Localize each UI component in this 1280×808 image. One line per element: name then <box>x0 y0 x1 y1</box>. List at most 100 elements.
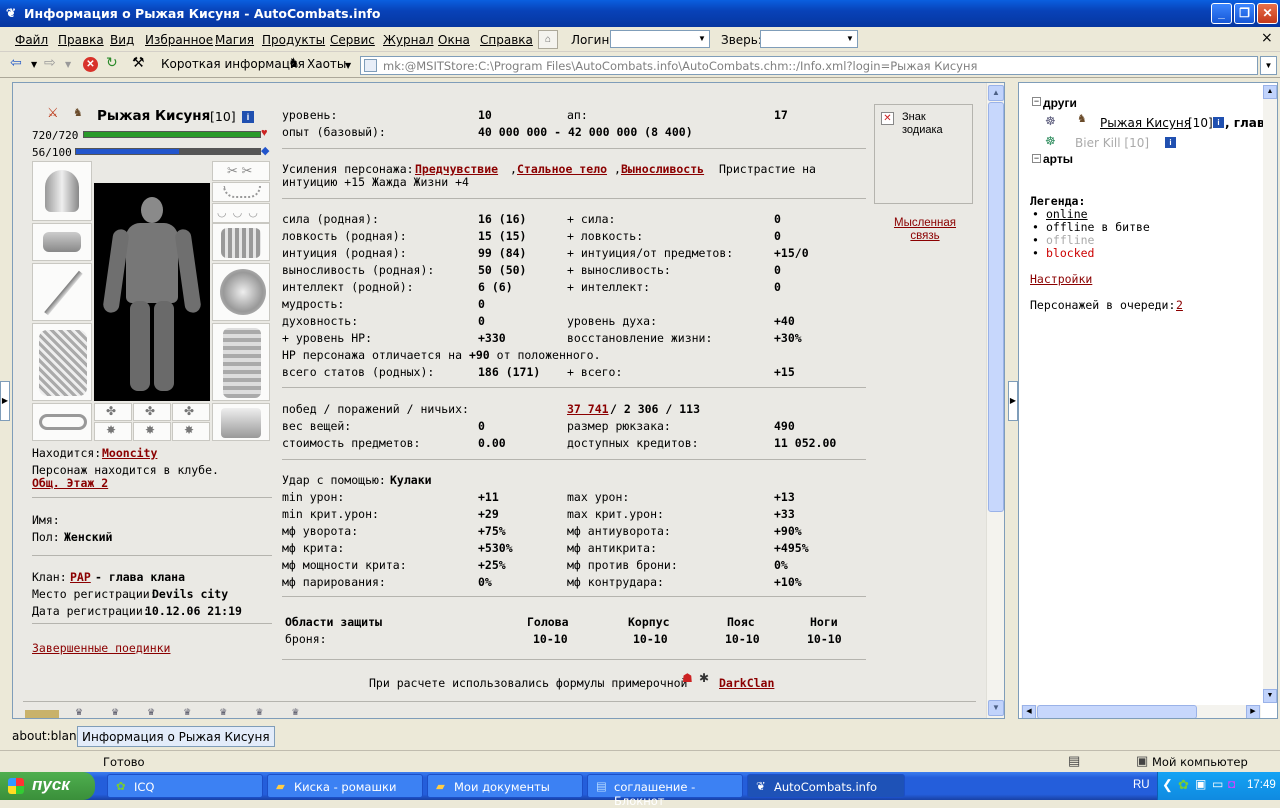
rune-slot[interactable]: ✸ <box>94 422 132 441</box>
refresh-icon[interactable]: ↻ <box>106 55 118 71</box>
task-autocombats[interactable]: ❦ AutoCombats.info <box>747 774 905 798</box>
beast-select[interactable]: ▼ <box>760 30 858 48</box>
location-link[interactable]: Mooncity <box>102 446 157 460</box>
menu-favorites[interactable]: Избранное <box>145 33 213 47</box>
app-icon: ❦ <box>756 779 766 793</box>
amulet-slot[interactable] <box>212 182 270 202</box>
stop-icon[interactable]: ✕ <box>83 57 98 72</box>
scroll-up-button[interactable]: ▲ <box>988 85 1004 101</box>
maximize-button[interactable]: ❐ <box>1234 3 1255 24</box>
media-tray-icon[interactable]: ◘ <box>1228 777 1235 791</box>
boots-slot[interactable] <box>212 403 270 441</box>
chevron-down-icon[interactable]: ▼ <box>31 60 37 69</box>
menu-view[interactable]: Вид <box>110 33 134 47</box>
task-icq[interactable]: ✿ ICQ <box>107 774 263 798</box>
pants-slot[interactable] <box>212 323 270 401</box>
wins-link[interactable]: 37 741 <box>567 402 609 416</box>
home-icon[interactable]: ⌂ <box>538 30 558 49</box>
collapse-icon[interactable]: − <box>1032 154 1041 163</box>
rune-slot[interactable]: ✤ <box>172 403 210 421</box>
boost-link[interactable]: Выносливость <box>621 162 704 176</box>
chaos-button[interactable]: Хаоты <box>307 57 346 71</box>
menu-service[interactable]: Сервис <box>330 33 375 47</box>
info-icon[interactable]: i <box>1165 137 1176 148</box>
task-notepad[interactable]: ▤ соглашение - Блокнот <box>587 774 743 808</box>
belt-slot[interactable] <box>32 403 92 441</box>
scroll-down-button[interactable]: ▼ <box>988 700 1004 716</box>
display-tray-icon[interactable]: ▭ <box>1212 777 1223 791</box>
login-select[interactable]: ▼ <box>610 30 710 48</box>
tray-arrow-icon[interactable]: ❮ <box>1162 777 1173 793</box>
start-button[interactable]: пуск <box>0 772 95 800</box>
clan-link[interactable]: PAP <box>70 570 91 584</box>
gloves-slot[interactable] <box>212 223 270 261</box>
menu-file[interactable]: Файл <box>15 33 48 47</box>
address-bar[interactable]: mk:@MSITStore:C:\Program Files\AutoComba… <box>360 56 1258 75</box>
language-indicator[interactable]: RU <box>1133 779 1150 791</box>
tab-about-blank[interactable]: about:blank <box>8 726 88 747</box>
icq-tray-icon[interactable]: ✿ <box>1178 777 1189 793</box>
rune-slot[interactable]: ✤ <box>133 403 171 421</box>
task-documents[interactable]: ▰ Мои документы <box>427 774 583 798</box>
menu-edit[interactable]: Правка <box>58 33 104 47</box>
weapon-slot[interactable] <box>32 263 92 321</box>
menu-windows[interactable]: Окна <box>438 33 470 47</box>
forward-icon[interactable]: ⇨ <box>44 55 56 71</box>
friend-link[interactable]: Рыжая Кисуня <box>1100 116 1191 130</box>
rune-slot[interactable]: ✸ <box>133 422 171 441</box>
rune-slot[interactable]: ✸ <box>172 422 210 441</box>
scroll-left-button[interactable]: ◀ <box>1022 705 1036 718</box>
darkclan-link[interactable]: DarkClan <box>719 676 774 690</box>
right-splitter[interactable]: ▶ <box>1008 381 1018 421</box>
clock[interactable]: 17:49 <box>1247 779 1276 791</box>
arts-folder[interactable]: арты <box>1043 152 1073 166</box>
network-tray-icon[interactable]: ▣ <box>1195 777 1206 791</box>
collapse-icon[interactable]: − <box>1032 97 1041 106</box>
horizontal-scrollbar[interactable]: ◀ ▶ <box>1021 705 1261 718</box>
close-button[interactable]: ✕ <box>1257 3 1278 24</box>
minimize-button[interactable]: _ <box>1211 3 1232 24</box>
menu-help[interactable]: Справка <box>480 33 533 47</box>
telepathy-link[interactable]: Мысленная связь <box>891 217 959 243</box>
boost-link[interactable]: Предчувствие <box>415 162 498 176</box>
back-icon[interactable]: ⇦ <box>10 55 22 71</box>
chevron-down-icon[interactable]: ▼ <box>345 61 351 70</box>
rings-slot[interactable]: ◡◡◡ <box>212 203 270 223</box>
tab-character-info[interactable]: Информация о Рыжая Кисуня <box>77 726 275 747</box>
vertical-scrollbar[interactable]: ▲ ▼ <box>1263 85 1277 703</box>
scroll-thumb[interactable] <box>988 102 1004 512</box>
tools-icon[interactable]: ⚒ <box>132 55 145 71</box>
boost-link[interactable]: Стальное тело <box>517 162 607 176</box>
scroll-thumb[interactable] <box>1037 705 1197 718</box>
friends-folder[interactable]: други <box>1043 96 1077 110</box>
silhouette-torso <box>126 223 178 303</box>
title-bar[interactable]: ❦ Информация о Рыжая Кисуня - AutoCombat… <box>0 0 1280 27</box>
scroll-right-button[interactable]: ▶ <box>1246 705 1260 718</box>
task-folder[interactable]: ▰ Киска - ромашки <box>267 774 423 798</box>
earring-slot[interactable]: ✂ ✂ <box>212 161 270 181</box>
menu-journal[interactable]: Журнал <box>383 33 434 47</box>
vertical-scrollbar[interactable]: ▲ ▼ <box>986 83 1004 718</box>
menu-products[interactable]: Продукты <box>262 33 325 47</box>
armor-slot[interactable] <box>32 323 92 401</box>
finished-battles-link[interactable]: Завершенные поединки <box>32 641 170 655</box>
info-icon[interactable]: i <box>242 111 254 123</box>
helmet-slot[interactable] <box>32 161 92 221</box>
club-link[interactable]: Общ. Этаж 2 <box>32 476 108 490</box>
address-dropdown[interactable]: ▼ <box>1260 56 1277 75</box>
close-doc-icon[interactable]: × <box>1261 30 1273 46</box>
scroll-up-button[interactable]: ▲ <box>1263 85 1277 99</box>
chevron-down-icon[interactable]: ▼ <box>65 60 71 69</box>
rune-slot[interactable]: ✤ <box>94 403 132 421</box>
attack-icon[interactable]: ⚔ <box>47 105 59 121</box>
queue-link[interactable]: 2 <box>1176 298 1183 312</box>
info-icon[interactable]: i <box>1213 117 1224 128</box>
short-info-button[interactable]: Короткая информация <box>161 57 305 71</box>
menu-magic[interactable]: Магия <box>215 33 254 47</box>
left-splitter[interactable]: ▶ <box>0 381 10 421</box>
scroll-down-button[interactable]: ▼ <box>1263 689 1277 703</box>
bracers-slot[interactable] <box>32 223 92 261</box>
shield-slot[interactable] <box>212 263 270 321</box>
settings-link[interactable]: Настройки <box>1030 272 1092 286</box>
friend-offline[interactable]: Bier Kill [10] <box>1075 136 1149 150</box>
